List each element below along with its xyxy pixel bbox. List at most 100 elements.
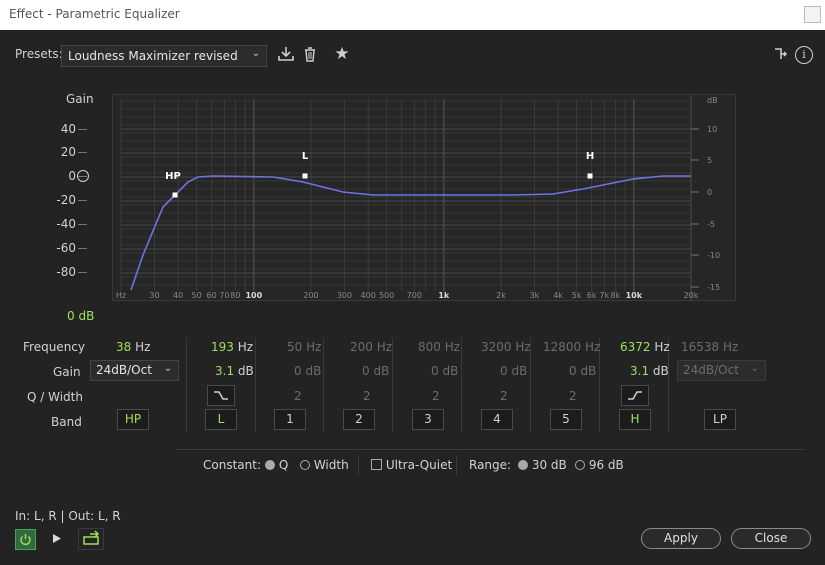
- band1-frequency[interactable]: 50 Hz: [287, 340, 321, 354]
- band3-frequency[interactable]: 800 Hz: [418, 340, 460, 354]
- band5-frequency[interactable]: 12800 Hz: [543, 340, 600, 354]
- band2-gain[interactable]: 0 dB: [362, 364, 389, 378]
- band3-q[interactable]: 2: [432, 389, 440, 403]
- low-shelf-icon: [214, 391, 228, 400]
- separator: [323, 338, 324, 433]
- gain-axis-tick: 20: [60, 145, 76, 159]
- range-30-radio[interactable]: 30 dB: [518, 458, 567, 472]
- frequency-tick-label: 20k: [684, 291, 699, 300]
- gain-axis-tick-mark: [78, 129, 87, 130]
- gain-axis-tick: -20: [56, 193, 76, 207]
- band-2-button[interactable]: 2: [343, 409, 375, 430]
- gain-axis-tick: 0: [68, 169, 76, 183]
- frequency-tick-label: 30: [149, 291, 159, 300]
- band-3-button[interactable]: 3: [412, 409, 444, 430]
- window-close-button[interactable]: [804, 6, 821, 23]
- play-icon: [53, 534, 61, 543]
- hp-slope-dropdown[interactable]: 24dB/Oct ⌄: [90, 360, 179, 381]
- band-hp-button[interactable]: HP: [117, 409, 149, 430]
- band2-q[interactable]: 2: [363, 389, 371, 403]
- l-frequency-value: 193: [211, 340, 234, 354]
- separator: [392, 338, 393, 433]
- presets-value: Loudness Maximizer revised: [68, 49, 238, 63]
- l-gain[interactable]: 3.1 dB: [215, 364, 254, 378]
- lp-slope-dropdown[interactable]: 24dB/Oct ⌄: [677, 360, 766, 381]
- separator: [358, 455, 359, 475]
- frequency-row-label: Frequency: [23, 340, 85, 354]
- frequency-tick-label: 6k: [587, 291, 597, 300]
- hp-frequency[interactable]: 38 Hz: [116, 340, 150, 354]
- routing-icon[interactable]: [771, 45, 791, 65]
- band1-gain[interactable]: 0 dB: [294, 364, 321, 378]
- separator: [461, 338, 462, 433]
- constant-q-radio[interactable]: Q: [265, 458, 288, 472]
- constant-width-radio[interactable]: Width: [300, 458, 349, 472]
- presets-label: Presets:: [15, 47, 63, 61]
- frequency-tick-label: 7k: [600, 291, 610, 300]
- frequency-tick-label: 40: [173, 291, 183, 300]
- constant-q-label: Q: [278, 458, 289, 472]
- gain-row-label: Gain: [53, 365, 81, 379]
- band3-gain[interactable]: 0 dB: [431, 364, 458, 378]
- band4-q[interactable]: 2: [500, 389, 508, 403]
- checkbox-icon: [371, 459, 382, 470]
- master-gain-knob[interactable]: [77, 170, 89, 182]
- lp-frequency[interactable]: 16538 Hz: [681, 340, 738, 354]
- range-96-radio[interactable]: 96 dB: [575, 458, 624, 472]
- high-shelf-icon: [628, 391, 642, 400]
- band-h-handle: [587, 173, 593, 179]
- h-shelf-shape-button[interactable]: [621, 385, 649, 406]
- band-l-button[interactable]: L: [205, 409, 237, 430]
- play-button[interactable]: [47, 529, 66, 548]
- band5-gain[interactable]: 0 dB: [569, 364, 596, 378]
- gain-axis-tick: -80: [56, 265, 76, 279]
- radio-unchecked-icon: [300, 460, 310, 470]
- chevron-down-icon: ⌄: [163, 363, 172, 374]
- hp-frequency-unit: Hz: [135, 340, 151, 354]
- right-axis-tick: -10: [707, 251, 720, 260]
- l-shelf-shape-button[interactable]: [207, 385, 235, 406]
- band-1-button[interactable]: 1: [274, 409, 306, 430]
- ultra-quiet-checkbox[interactable]: Ultra-Quiet: [371, 458, 452, 472]
- frequency-tick-label: 300: [337, 291, 352, 300]
- band-5-button[interactable]: 5: [550, 409, 582, 430]
- band-l-handle: [302, 173, 308, 179]
- band-h-button[interactable]: H: [619, 409, 651, 430]
- band-l-handle-label: L: [302, 151, 309, 162]
- gain-readout-value: 0 dB: [67, 309, 95, 323]
- band4-frequency[interactable]: 3200 Hz: [481, 340, 531, 354]
- info-icon[interactable]: i: [795, 46, 813, 64]
- frequency-tick-label: 4k: [553, 291, 563, 300]
- h-gain[interactable]: 3.1 dB: [630, 364, 669, 378]
- radio-checked-icon: [518, 460, 528, 470]
- gain-axis-tick-mark: [78, 152, 87, 153]
- presets-dropdown[interactable]: Loudness Maximizer revised ⌄: [61, 45, 267, 67]
- gain-axis-tick-mark: [78, 200, 87, 201]
- l-gain-unit: dB: [237, 364, 254, 378]
- chevron-down-icon: ⌄: [750, 363, 759, 374]
- eq-graph-svg: dB1050-5-10-15Hz 30 40 50 60 70 80 100 200 300 400…: [116, 95, 720, 300]
- l-frequency[interactable]: 193 Hz: [211, 340, 253, 354]
- save-preset-icon[interactable]: [276, 45, 296, 65]
- hp-slope-value: 24dB/Oct: [96, 363, 152, 377]
- loop-icon: [83, 530, 100, 545]
- band4-gain[interactable]: 0 dB: [500, 364, 527, 378]
- power-icon: [20, 534, 31, 545]
- loop-toggle-button[interactable]: [78, 528, 104, 550]
- eq-graph[interactable]: dB 10 5 0 -5 -10 -15 Hz 30 40 50 60 70 80 100 200 300 400…: [112, 94, 736, 301]
- delete-preset-icon[interactable]: [300, 45, 320, 65]
- apply-button[interactable]: Apply: [641, 528, 721, 549]
- power-toggle-button[interactable]: [15, 529, 36, 550]
- frequency-tick-label: Hz: [116, 291, 126, 300]
- h-frequency-unit: Hz: [654, 340, 670, 354]
- band-4-button[interactable]: 4: [481, 409, 513, 430]
- band2-frequency[interactable]: 200 Hz: [350, 340, 392, 354]
- favorite-star-icon[interactable]: ★: [332, 44, 352, 64]
- h-frequency[interactable]: 6372 Hz: [620, 340, 670, 354]
- band1-q[interactable]: 2: [294, 389, 302, 403]
- close-button[interactable]: Close: [731, 528, 811, 549]
- separator: [456, 455, 457, 475]
- band5-q[interactable]: 2: [569, 389, 577, 403]
- band-lp-button[interactable]: LP: [704, 409, 736, 430]
- frequency-tick-label: 100: [245, 291, 262, 300]
